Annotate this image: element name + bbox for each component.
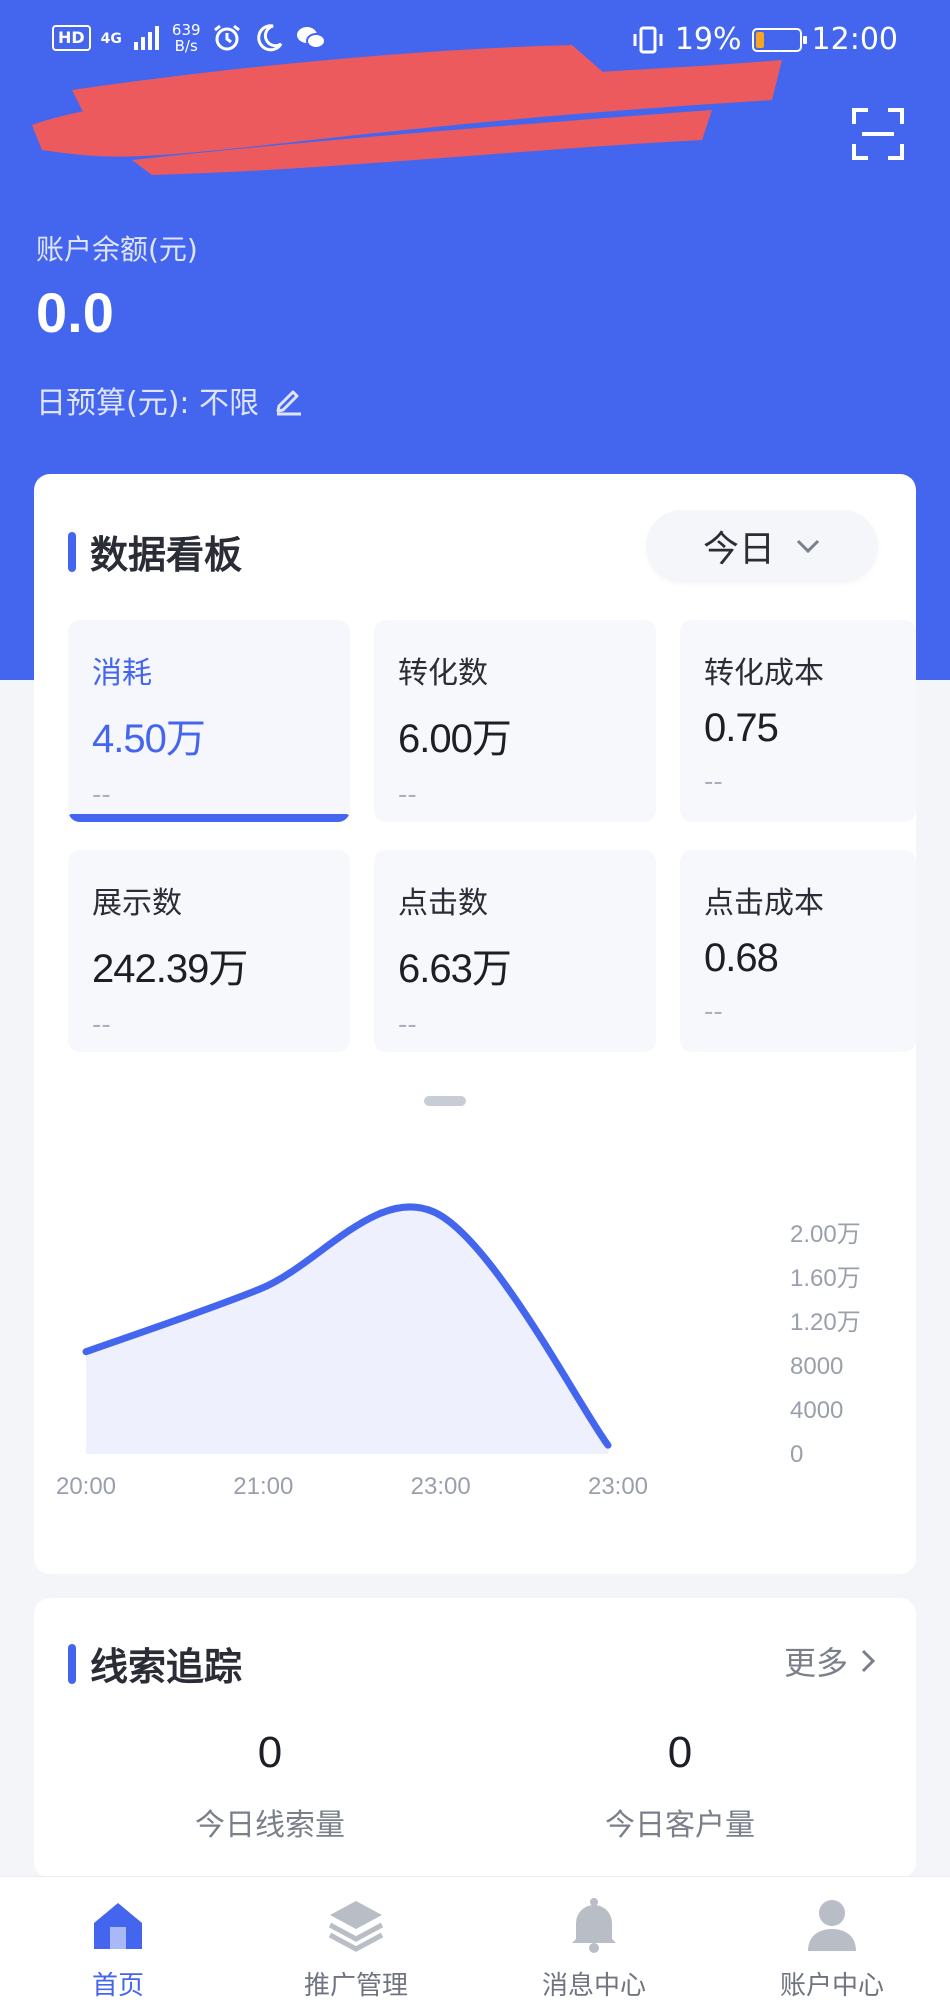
home-icon <box>94 1903 142 1949</box>
dashboard-title: 数据看板 <box>68 524 242 579</box>
active-tile-indicator <box>68 814 350 822</box>
date-range-selector[interactable]: 今日 <box>646 510 878 582</box>
dashboard-card: 数据看板 今日 消耗 4.50万 -- 转化数 6.00万 -- 转化成本 0.… <box>34 474 916 1574</box>
metric-tile-clicks[interactable]: 点击数 6.63万 -- <box>374 850 656 1052</box>
metric-label: 点击成本 <box>704 886 824 921</box>
chevron-down-icon <box>796 539 820 554</box>
metric-value: 6.00万 <box>398 717 512 761</box>
metric-compare: -- <box>398 780 417 810</box>
y-tick-label: 4000 <box>790 1397 843 1424</box>
chart-area-fill <box>86 1206 608 1454</box>
metric-label: 转化成本 <box>704 656 824 691</box>
dashboard-title-text: 数据看板 <box>90 533 243 577</box>
stat-label: 今日线索量 <box>195 1808 345 1843</box>
stat-value: 0 <box>257 1728 283 1777</box>
layers-icon <box>328 1901 384 1952</box>
metric-tile-cost[interactable]: 消耗 4.50万 -- <box>68 620 350 822</box>
metric-tile-click-cost[interactable]: 点击成本 0.68 -- <box>680 850 916 1052</box>
tab-label: 账户中心 <box>779 1971 884 2001</box>
stat-value: 0 <box>667 1728 693 1777</box>
more-label: 更多 <box>783 1644 848 1682</box>
x-tick-label: 23:00 <box>411 1473 471 1500</box>
metric-value: 0.68 <box>704 936 779 980</box>
more-link[interactable]: 更多 <box>784 1638 876 1684</box>
stat-label: 今日客户量 <box>605 1808 755 1843</box>
metric-value: 4.50万 <box>92 717 206 761</box>
metric-value: 6.63万 <box>398 947 512 991</box>
trend-chart: 2.00万 1.60万 1.20万 8000 4000 0 20:00 21:00 23:00 2… <box>56 1203 861 1500</box>
date-range-value: 今日 <box>702 529 775 570</box>
y-tick-label: 1.20万 <box>790 1309 861 1336</box>
leads-title: 线索追踪 <box>68 1636 242 1691</box>
x-tick-label: 23:00 <box>588 1473 648 1500</box>
stat-today-customers: 0 今日客户量 <box>530 1728 830 1844</box>
metric-compare: -- <box>704 767 723 797</box>
metric-compare: -- <box>92 1010 111 1040</box>
user-icon <box>808 1900 856 1951</box>
leads-title-text: 线索追踪 <box>90 1645 243 1689</box>
metric-label: 展示数 <box>92 886 182 921</box>
y-tick-label: 0 <box>790 1441 803 1468</box>
edit-budget-icon[interactable] <box>273 384 305 416</box>
metric-value: 0.75 <box>704 706 779 750</box>
daily-budget: 日预算(元): 不限 <box>36 378 305 422</box>
leads-card: 线索追踪 更多 0 今日线索量 0 今日客户量 <box>34 1598 916 1878</box>
bell-icon <box>572 1898 616 1953</box>
metric-label: 消耗 <box>92 656 152 691</box>
metric-tile-conversion-cost[interactable]: 转化成本 0.75 -- <box>680 620 916 822</box>
title-accent-bar <box>68 531 76 572</box>
metric-compare: -- <box>92 780 111 810</box>
tab-account-center[interactable]: 账户中心 <box>742 1895 922 2002</box>
chevron-right-icon <box>861 1649 876 1673</box>
metric-compare: -- <box>704 997 723 1027</box>
tab-message-center[interactable]: 消息中心 <box>504 1895 684 2002</box>
metric-compare: -- <box>398 1010 417 1040</box>
balance-label: 账户余额(元) <box>36 233 198 266</box>
page-indicator <box>424 1096 466 1106</box>
redacted-account-name <box>32 45 782 175</box>
y-tick-label: 1.60万 <box>790 1265 861 1292</box>
tab-promotion-management[interactable]: 推广管理 <box>266 1895 446 2002</box>
metric-tile-impressions[interactable]: 展示数 242.39万 -- <box>68 850 350 1052</box>
metric-tile-conversions[interactable]: 转化数 6.00万 -- <box>374 620 656 822</box>
y-tick-label: 8000 <box>790 1353 843 1380</box>
y-tick-label: 2.00万 <box>790 1221 861 1248</box>
bottom-tab-bar: 首页 推广管理 消息中心 账户中心 <box>0 1876 950 2007</box>
title-accent-bar <box>68 1643 76 1684</box>
metric-value: 242.39万 <box>92 947 248 991</box>
metric-label: 点击数 <box>398 886 488 921</box>
clock: 12:00 <box>811 22 898 57</box>
daily-budget-text: 日预算(元): 不限 <box>36 386 260 421</box>
tab-label: 消息中心 <box>541 1971 646 2001</box>
x-tick-label: 20:00 <box>56 1473 116 1500</box>
tab-label: 推广管理 <box>303 1971 408 2001</box>
stat-today-leads: 0 今日线索量 <box>120 1728 420 1844</box>
x-tick-label: 21:00 <box>233 1473 293 1500</box>
scan-button[interactable] <box>852 108 904 160</box>
balance-value: 0.0 <box>36 281 114 344</box>
tab-label: 首页 <box>91 1971 144 2001</box>
tab-home[interactable]: 首页 <box>28 1895 208 2002</box>
metric-label: 转化数 <box>398 656 488 691</box>
